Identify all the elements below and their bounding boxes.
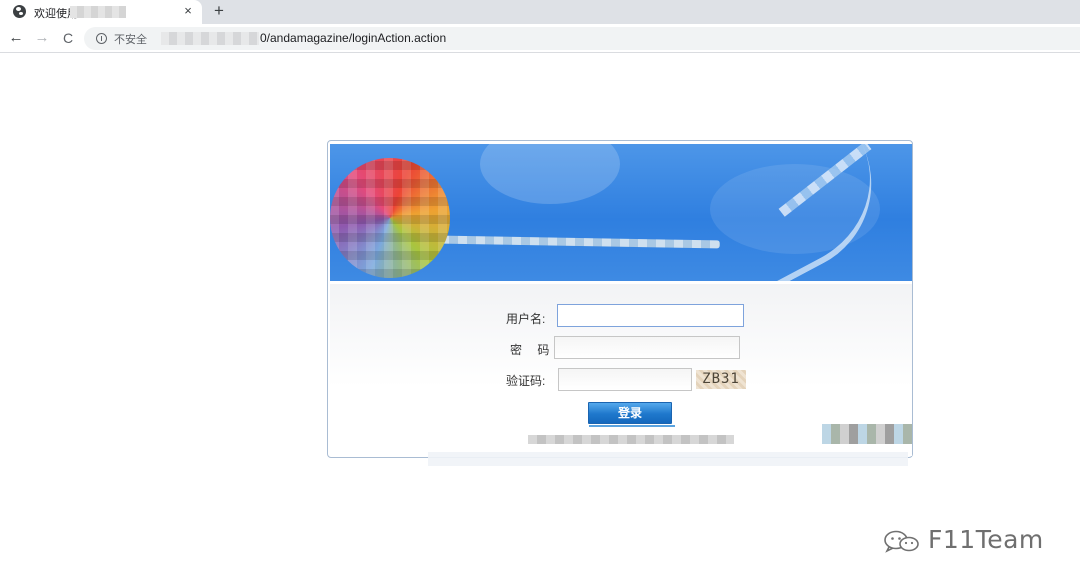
corner-redacted (822, 424, 912, 444)
banner-logo-pixelation (330, 158, 450, 278)
security-indicator: 不安全 (114, 34, 147, 46)
login-button[interactable]: 登录 (588, 402, 675, 427)
tab-strip: 欢迎使用 × + (0, 0, 1080, 24)
new-tab-button[interactable]: + (211, 1, 227, 21)
browser-toolbar: ← → C 不安全 0/andamagazine/loginAction.act… (0, 24, 1080, 53)
login-panel: 用户名: 密 码: 验证码: ZB31 登录 (327, 140, 913, 458)
captcha-input[interactable] (558, 368, 692, 391)
url-redacted (161, 32, 259, 45)
wechat-icon (884, 530, 919, 553)
tab-title-redacted (70, 6, 126, 18)
banner-streak (439, 235, 721, 249)
forward-button[interactable]: → (33, 28, 51, 48)
reload-button[interactable]: C (59, 28, 77, 48)
globe-icon (13, 5, 26, 18)
info-icon[interactable] (96, 33, 107, 44)
login-banner (330, 144, 912, 281)
captcha-image[interactable]: ZB31 (696, 370, 746, 389)
captcha-label: 验证码: (506, 374, 546, 388)
footer-text-redacted (528, 435, 734, 444)
banner-decoration (480, 144, 620, 204)
watermark-text: F11Team (928, 525, 1044, 554)
username-input[interactable] (557, 304, 744, 327)
login-form: 用户名: 密 码: 验证码: ZB31 登录 (330, 284, 912, 456)
close-tab-icon[interactable]: × (181, 3, 195, 19)
back-button[interactable]: ← (7, 28, 25, 48)
browser-tab[interactable]: 欢迎使用 × (0, 0, 202, 24)
address-bar[interactable]: 不安全 0/andamagazine/loginAction.action (84, 27, 1080, 50)
username-label: 用户名: (506, 312, 546, 326)
panel-shadow (428, 452, 908, 466)
password-input[interactable] (554, 336, 740, 359)
url-text[interactable]: 0/andamagazine/loginAction.action (260, 31, 446, 45)
